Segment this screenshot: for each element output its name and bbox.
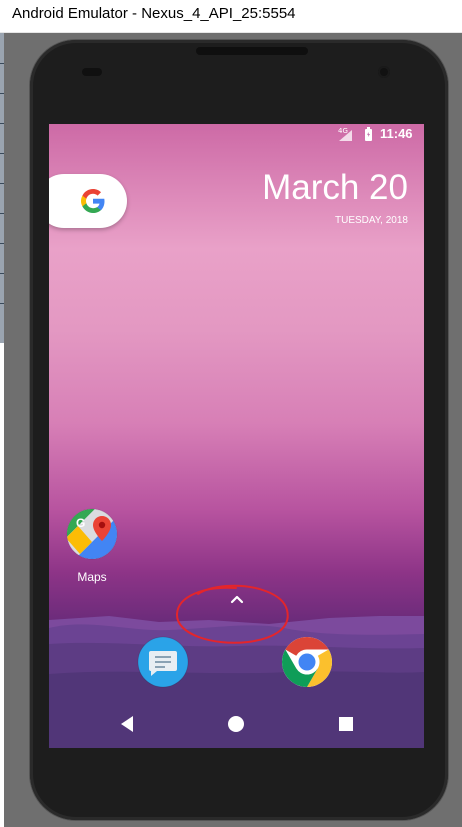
maps-icon: G — [66, 508, 118, 560]
back-icon[interactable] — [103, 700, 151, 748]
window-title: Android Emulator - Nexus_4_API_25:5554 — [12, 5, 296, 22]
svg-text:G: G — [76, 516, 85, 530]
signal-icon — [339, 130, 352, 141]
window-titlebar: Android Emulator - Nexus_4_API_25:5554 — [0, 0, 462, 33]
red-annotation-circle — [175, 584, 289, 644]
app-maps[interactable]: G Maps — [66, 508, 118, 584]
front-camera — [378, 66, 390, 78]
clock-widget-date[interactable]: March 20 — [262, 168, 408, 208]
sensor-dots — [82, 68, 102, 76]
home-icon[interactable] — [212, 700, 260, 748]
status-time: 11:46 — [380, 126, 413, 141]
app-label-maps: Maps — [77, 570, 107, 584]
messages-icon[interactable] — [137, 636, 189, 688]
recents-icon[interactable] — [322, 700, 370, 748]
navigation-bar — [49, 700, 424, 748]
device-screen[interactable]: 4G 11:46 March 20 TUESDAY, 2018 G Maps — [49, 124, 424, 748]
battery-icon — [365, 127, 372, 141]
google-g-icon — [81, 189, 105, 213]
google-search-widget[interactable] — [49, 174, 127, 228]
speaker-grille — [196, 47, 308, 55]
clock-widget-weekday: TUESDAY, 2018 — [334, 215, 408, 226]
status-bar[interactable]: 4G 11:46 — [49, 124, 424, 146]
chrome-icon[interactable] — [281, 636, 333, 688]
